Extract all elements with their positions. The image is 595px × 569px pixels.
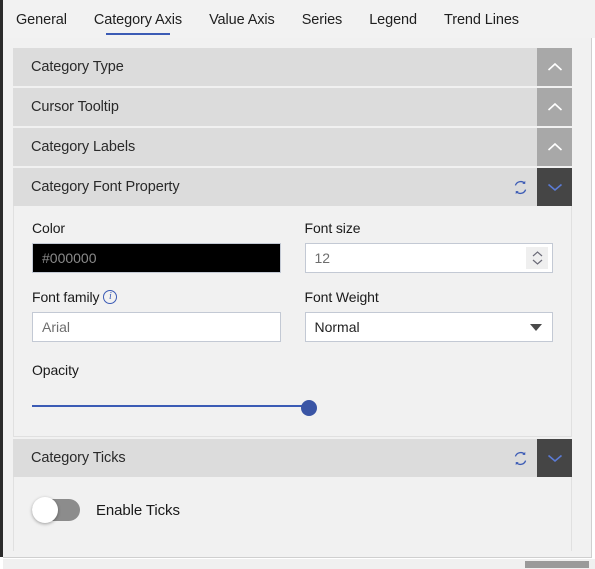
section-title-category-ticks: Category Ticks <box>31 450 126 466</box>
section-header-category-ticks[interactable]: Category Ticks <box>13 439 572 477</box>
chevron-down-icon <box>547 454 562 463</box>
font-size-input[interactable] <box>304 243 553 273</box>
section-actions-category-labels <box>537 128 572 166</box>
font-family-label: Font family i <box>32 289 281 305</box>
info-icon[interactable]: i <box>103 290 118 304</box>
reset-category-font-property-button[interactable] <box>503 168 537 206</box>
section-actions-category-ticks <box>503 439 572 477</box>
stepper-up-icon <box>532 251 542 257</box>
font-weight-label: Font Weight <box>304 289 379 305</box>
font-row-1: Color Font size <box>32 220 553 273</box>
font-size-spinner-wrap <box>304 243 553 273</box>
section-title-category-labels: Category Labels <box>31 139 136 155</box>
opacity-slider[interactable] <box>32 398 322 416</box>
font-weight-select-wrap <box>304 312 553 342</box>
section-toggle-category-ticks[interactable] <box>537 439 572 477</box>
enable-ticks-toggle-knob <box>32 497 58 523</box>
opacity-label: Opacity <box>32 362 79 378</box>
chevron-up-icon <box>547 62 562 71</box>
opacity-slider-thumb[interactable] <box>301 400 317 416</box>
font-weight-field-group: Font Weight <box>304 289 553 342</box>
section-category-ticks: Category Ticks Enable Ticks <box>13 439 572 551</box>
section-body-category-ticks: Enable Ticks <box>13 477 572 551</box>
section-toggle-category-type[interactable] <box>537 48 572 86</box>
refresh-icon <box>514 180 526 194</box>
reset-category-ticks-button[interactable] <box>503 439 537 477</box>
section-title-cursor-tooltip: Cursor Tooltip <box>31 99 119 115</box>
tab-value-axis[interactable]: Value Axis <box>209 0 275 28</box>
enable-ticks-label: Enable Ticks <box>96 501 180 519</box>
tab-category-axis[interactable]: Category Axis <box>94 0 182 34</box>
section-header-category-type[interactable]: Category Type <box>13 48 572 86</box>
font-family-label-text: Font family <box>32 289 100 305</box>
section-cursor-tooltip: Cursor Tooltip <box>13 88 572 126</box>
font-weight-select[interactable] <box>304 312 553 342</box>
horizontal-scrollbar-thumb[interactable] <box>525 561 589 568</box>
tab-series[interactable]: Series <box>302 0 343 28</box>
opacity-slider-track <box>32 405 311 407</box>
font-size-field-group: Font size <box>304 220 553 273</box>
section-toggle-category-font-property[interactable] <box>537 168 572 206</box>
chevron-up-icon <box>547 102 562 111</box>
section-category-type: Category Type <box>13 48 572 86</box>
chevron-down-icon <box>547 183 562 192</box>
section-title-category-font-property: Category Font Property <box>31 179 180 195</box>
tab-legend[interactable]: Legend <box>369 0 417 28</box>
color-input[interactable] <box>32 243 281 273</box>
refresh-icon <box>514 451 526 465</box>
opacity-field-group: Opacity <box>32 362 553 416</box>
section-toggle-category-labels[interactable] <box>537 128 572 166</box>
font-family-field-group: Font family i <box>32 289 281 342</box>
font-family-input[interactable] <box>32 312 281 342</box>
chevron-up-icon <box>547 142 562 151</box>
settings-panel-content: Category Type Cursor Tooltip Category La… <box>13 48 582 557</box>
color-label: Color <box>32 220 65 236</box>
font-row-2: Font family i Font Weight <box>32 289 553 342</box>
horizontal-scrollbar[interactable] <box>3 559 595 569</box>
section-header-category-labels[interactable]: Category Labels <box>13 128 572 166</box>
color-field-group: Color <box>32 220 281 273</box>
section-body-category-font-property: Color Font size <box>13 206 572 437</box>
enable-ticks-row: Enable Ticks <box>32 497 553 523</box>
font-size-label: Font size <box>304 220 361 236</box>
section-title-category-type: Category Type <box>31 59 124 75</box>
section-actions-category-font-property <box>503 168 572 206</box>
section-toggle-cursor-tooltip[interactable] <box>537 88 572 126</box>
tab-bar: General Category Axis Value Axis Series … <box>3 0 595 38</box>
section-actions-cursor-tooltip <box>537 88 572 126</box>
settings-panel: Category Type Cursor Tooltip Category La… <box>3 38 592 558</box>
section-category-font-property: Category Font Property Color #000000 Fon… <box>13 168 572 437</box>
tab-general[interactable]: General <box>16 0 67 28</box>
enable-ticks-toggle[interactable] <box>32 497 80 523</box>
section-actions-category-type <box>537 48 572 86</box>
section-category-labels: Category Labels <box>13 128 572 166</box>
tab-trend-lines[interactable]: Trend Lines <box>444 0 519 28</box>
font-size-stepper[interactable] <box>526 247 548 269</box>
stepper-down-icon <box>532 259 542 265</box>
section-header-cursor-tooltip[interactable]: Cursor Tooltip <box>13 88 572 126</box>
section-header-category-font-property[interactable]: Category Font Property <box>13 168 572 206</box>
